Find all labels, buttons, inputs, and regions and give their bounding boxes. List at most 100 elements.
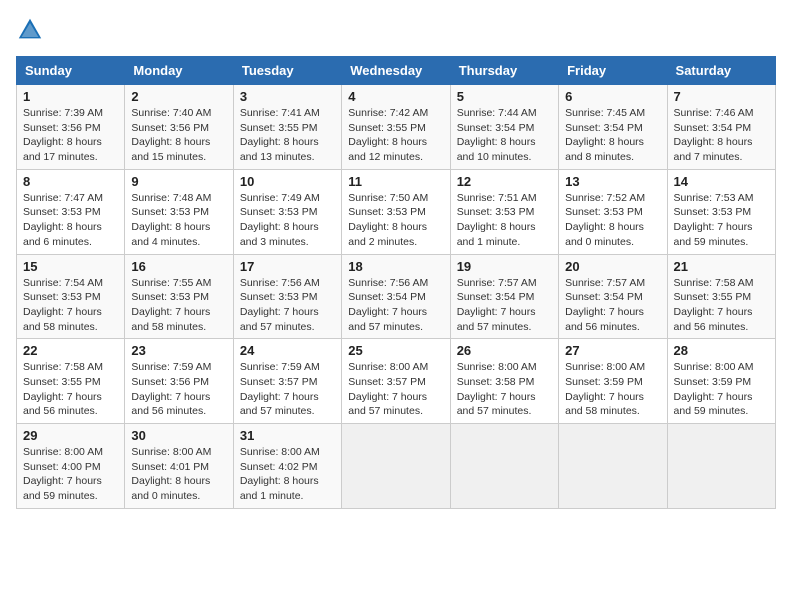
day-info: Sunrise: 7:42 AM Sunset: 3:55 PM Dayligh… xyxy=(348,106,443,165)
day-number: 26 xyxy=(457,343,552,358)
day-number: 30 xyxy=(131,428,226,443)
calendar-day-cell: 3 Sunrise: 7:41 AM Sunset: 3:55 PM Dayli… xyxy=(233,85,341,170)
calendar-week-row: 8 Sunrise: 7:47 AM Sunset: 3:53 PM Dayli… xyxy=(17,169,776,254)
day-info: Sunrise: 7:49 AM Sunset: 3:53 PM Dayligh… xyxy=(240,191,335,250)
day-number: 17 xyxy=(240,259,335,274)
day-info: Sunrise: 7:56 AM Sunset: 3:53 PM Dayligh… xyxy=(240,276,335,335)
day-info: Sunrise: 8:00 AM Sunset: 3:58 PM Dayligh… xyxy=(457,360,552,419)
calendar-day-cell: 7 Sunrise: 7:46 AM Sunset: 3:54 PM Dayli… xyxy=(667,85,775,170)
day-info: Sunrise: 8:00 AM Sunset: 3:59 PM Dayligh… xyxy=(565,360,660,419)
day-number: 23 xyxy=(131,343,226,358)
calendar-day-cell: 2 Sunrise: 7:40 AM Sunset: 3:56 PM Dayli… xyxy=(125,85,233,170)
calendar-day-cell: 10 Sunrise: 7:49 AM Sunset: 3:53 PM Dayl… xyxy=(233,169,341,254)
calendar-day-cell: 27 Sunrise: 8:00 AM Sunset: 3:59 PM Dayl… xyxy=(559,339,667,424)
day-info: Sunrise: 7:44 AM Sunset: 3:54 PM Dayligh… xyxy=(457,106,552,165)
day-info: Sunrise: 7:53 AM Sunset: 3:53 PM Dayligh… xyxy=(674,191,769,250)
day-number: 1 xyxy=(23,89,118,104)
weekday-header-row: SundayMondayTuesdayWednesdayThursdayFrid… xyxy=(17,57,776,85)
day-number: 25 xyxy=(348,343,443,358)
day-info: Sunrise: 7:59 AM Sunset: 3:57 PM Dayligh… xyxy=(240,360,335,419)
day-number: 3 xyxy=(240,89,335,104)
day-info: Sunrise: 7:48 AM Sunset: 3:53 PM Dayligh… xyxy=(131,191,226,250)
calendar-table: SundayMondayTuesdayWednesdayThursdayFrid… xyxy=(16,56,776,509)
day-number: 21 xyxy=(674,259,769,274)
calendar-day-cell: 31 Sunrise: 8:00 AM Sunset: 4:02 PM Dayl… xyxy=(233,424,341,509)
day-info: Sunrise: 7:50 AM Sunset: 3:53 PM Dayligh… xyxy=(348,191,443,250)
day-number: 15 xyxy=(23,259,118,274)
day-info: Sunrise: 8:00 AM Sunset: 3:57 PM Dayligh… xyxy=(348,360,443,419)
weekday-header-cell: Monday xyxy=(125,57,233,85)
calendar-day-cell: 9 Sunrise: 7:48 AM Sunset: 3:53 PM Dayli… xyxy=(125,169,233,254)
day-info: Sunrise: 7:52 AM Sunset: 3:53 PM Dayligh… xyxy=(565,191,660,250)
day-info: Sunrise: 8:00 AM Sunset: 4:00 PM Dayligh… xyxy=(23,445,118,504)
calendar-day-cell: 1 Sunrise: 7:39 AM Sunset: 3:56 PM Dayli… xyxy=(17,85,125,170)
calendar-day-cell xyxy=(667,424,775,509)
day-number: 6 xyxy=(565,89,660,104)
day-info: Sunrise: 7:59 AM Sunset: 3:56 PM Dayligh… xyxy=(131,360,226,419)
day-number: 28 xyxy=(674,343,769,358)
day-number: 8 xyxy=(23,174,118,189)
day-number: 11 xyxy=(348,174,443,189)
day-number: 20 xyxy=(565,259,660,274)
calendar-day-cell: 19 Sunrise: 7:57 AM Sunset: 3:54 PM Dayl… xyxy=(450,254,558,339)
calendar-day-cell: 23 Sunrise: 7:59 AM Sunset: 3:56 PM Dayl… xyxy=(125,339,233,424)
day-info: Sunrise: 7:40 AM Sunset: 3:56 PM Dayligh… xyxy=(131,106,226,165)
calendar-day-cell: 8 Sunrise: 7:47 AM Sunset: 3:53 PM Dayli… xyxy=(17,169,125,254)
logo-icon xyxy=(16,16,44,44)
calendar-day-cell xyxy=(450,424,558,509)
day-number: 4 xyxy=(348,89,443,104)
day-info: Sunrise: 7:39 AM Sunset: 3:56 PM Dayligh… xyxy=(23,106,118,165)
calendar-day-cell: 20 Sunrise: 7:57 AM Sunset: 3:54 PM Dayl… xyxy=(559,254,667,339)
day-info: Sunrise: 7:58 AM Sunset: 3:55 PM Dayligh… xyxy=(674,276,769,335)
calendar-day-cell: 25 Sunrise: 8:00 AM Sunset: 3:57 PM Dayl… xyxy=(342,339,450,424)
day-number: 29 xyxy=(23,428,118,443)
weekday-header-cell: Friday xyxy=(559,57,667,85)
day-number: 16 xyxy=(131,259,226,274)
calendar-day-cell: 29 Sunrise: 8:00 AM Sunset: 4:00 PM Dayl… xyxy=(17,424,125,509)
calendar-body: 1 Sunrise: 7:39 AM Sunset: 3:56 PM Dayli… xyxy=(17,85,776,509)
day-info: Sunrise: 7:58 AM Sunset: 3:55 PM Dayligh… xyxy=(23,360,118,419)
day-number: 18 xyxy=(348,259,443,274)
calendar-day-cell: 4 Sunrise: 7:42 AM Sunset: 3:55 PM Dayli… xyxy=(342,85,450,170)
day-info: Sunrise: 7:55 AM Sunset: 3:53 PM Dayligh… xyxy=(131,276,226,335)
day-info: Sunrise: 7:57 AM Sunset: 3:54 PM Dayligh… xyxy=(565,276,660,335)
calendar-day-cell: 24 Sunrise: 7:59 AM Sunset: 3:57 PM Dayl… xyxy=(233,339,341,424)
weekday-header-cell: Sunday xyxy=(17,57,125,85)
calendar-day-cell: 21 Sunrise: 7:58 AM Sunset: 3:55 PM Dayl… xyxy=(667,254,775,339)
day-info: Sunrise: 7:45 AM Sunset: 3:54 PM Dayligh… xyxy=(565,106,660,165)
day-info: Sunrise: 8:00 AM Sunset: 3:59 PM Dayligh… xyxy=(674,360,769,419)
day-number: 7 xyxy=(674,89,769,104)
weekday-header-cell: Thursday xyxy=(450,57,558,85)
day-number: 12 xyxy=(457,174,552,189)
day-info: Sunrise: 7:57 AM Sunset: 3:54 PM Dayligh… xyxy=(457,276,552,335)
calendar-day-cell: 15 Sunrise: 7:54 AM Sunset: 3:53 PM Dayl… xyxy=(17,254,125,339)
weekday-header-cell: Wednesday xyxy=(342,57,450,85)
calendar-week-row: 1 Sunrise: 7:39 AM Sunset: 3:56 PM Dayli… xyxy=(17,85,776,170)
calendar-day-cell: 17 Sunrise: 7:56 AM Sunset: 3:53 PM Dayl… xyxy=(233,254,341,339)
calendar-day-cell: 28 Sunrise: 8:00 AM Sunset: 3:59 PM Dayl… xyxy=(667,339,775,424)
day-number: 22 xyxy=(23,343,118,358)
calendar-day-cell: 6 Sunrise: 7:45 AM Sunset: 3:54 PM Dayli… xyxy=(559,85,667,170)
day-info: Sunrise: 8:00 AM Sunset: 4:02 PM Dayligh… xyxy=(240,445,335,504)
calendar-day-cell: 11 Sunrise: 7:50 AM Sunset: 3:53 PM Dayl… xyxy=(342,169,450,254)
calendar-day-cell: 12 Sunrise: 7:51 AM Sunset: 3:53 PM Dayl… xyxy=(450,169,558,254)
calendar-day-cell: 13 Sunrise: 7:52 AM Sunset: 3:53 PM Dayl… xyxy=(559,169,667,254)
calendar-day-cell xyxy=(559,424,667,509)
day-number: 13 xyxy=(565,174,660,189)
day-info: Sunrise: 7:46 AM Sunset: 3:54 PM Dayligh… xyxy=(674,106,769,165)
weekday-header-cell: Tuesday xyxy=(233,57,341,85)
calendar-week-row: 29 Sunrise: 8:00 AM Sunset: 4:00 PM Dayl… xyxy=(17,424,776,509)
day-info: Sunrise: 7:47 AM Sunset: 3:53 PM Dayligh… xyxy=(23,191,118,250)
day-number: 31 xyxy=(240,428,335,443)
day-number: 10 xyxy=(240,174,335,189)
calendar-day-cell xyxy=(342,424,450,509)
calendar-day-cell: 14 Sunrise: 7:53 AM Sunset: 3:53 PM Dayl… xyxy=(667,169,775,254)
calendar-day-cell: 18 Sunrise: 7:56 AM Sunset: 3:54 PM Dayl… xyxy=(342,254,450,339)
calendar-week-row: 15 Sunrise: 7:54 AM Sunset: 3:53 PM Dayl… xyxy=(17,254,776,339)
day-number: 27 xyxy=(565,343,660,358)
day-info: Sunrise: 7:41 AM Sunset: 3:55 PM Dayligh… xyxy=(240,106,335,165)
header xyxy=(16,16,776,44)
day-info: Sunrise: 7:54 AM Sunset: 3:53 PM Dayligh… xyxy=(23,276,118,335)
weekday-header-cell: Saturday xyxy=(667,57,775,85)
calendar-day-cell: 26 Sunrise: 8:00 AM Sunset: 3:58 PM Dayl… xyxy=(450,339,558,424)
